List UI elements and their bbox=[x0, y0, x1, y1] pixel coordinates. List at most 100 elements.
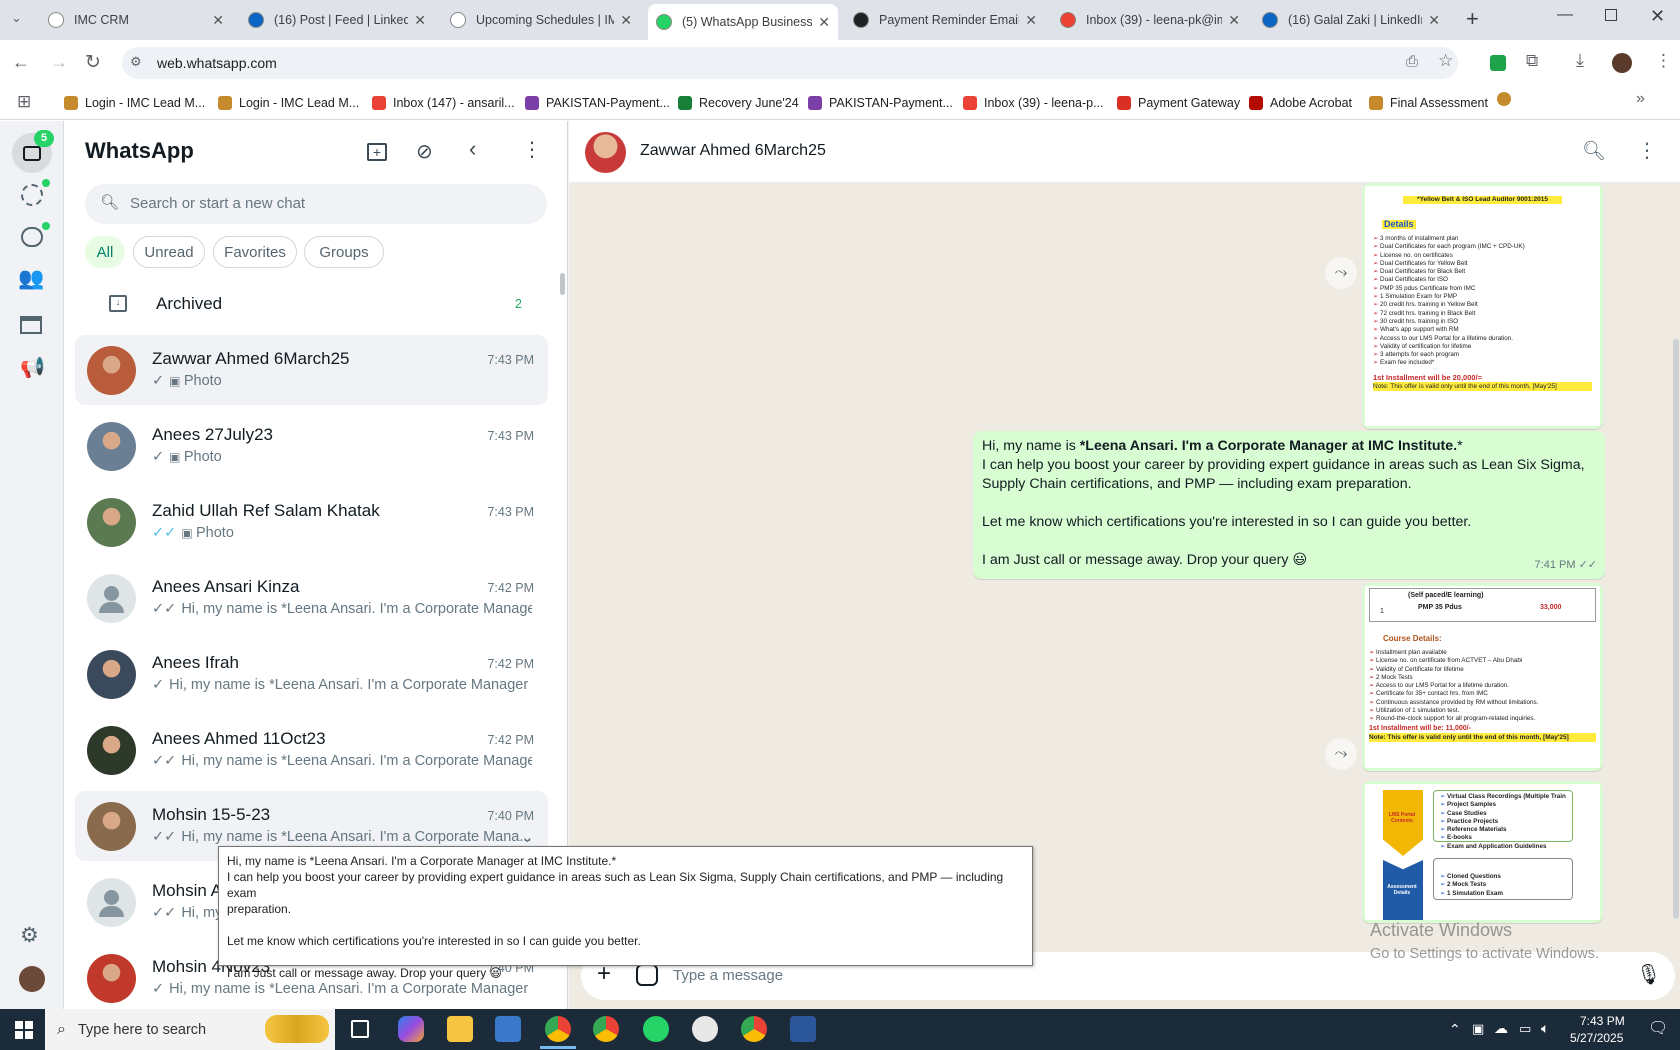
bookmark-item[interactable]: Final Assessment bbox=[1369, 92, 1488, 114]
tab-close-icon[interactable]: ✕ bbox=[1428, 12, 1440, 29]
tab-close-icon[interactable]: ✕ bbox=[1228, 12, 1240, 29]
profile-avatar[interactable] bbox=[1612, 53, 1632, 73]
new-chat-icon[interactable]: + bbox=[367, 143, 387, 161]
bookmark-extra-icon[interactable] bbox=[1497, 92, 1511, 106]
address-bar[interactable]: ⚙ web.whatsapp.com ⎙ ☆ bbox=[122, 47, 1458, 79]
install-app-icon[interactable]: ⎙ bbox=[1406, 53, 1418, 70]
message-input[interactable]: Type a message bbox=[673, 967, 783, 984]
browser-menu-icon[interactable]: ⋮ bbox=[1655, 51, 1672, 71]
bookmark-item[interactable]: Login - IMC Lead M... bbox=[64, 92, 205, 114]
notifications-icon[interactable]: 🗨︎ bbox=[1648, 1018, 1668, 1038]
taskbar-search[interactable]: ⌕ Type here to search bbox=[45, 1009, 335, 1050]
downloads-icon[interactable]: ⤓ bbox=[1576, 50, 1584, 71]
search-box[interactable]: 🔍︎ Search or start a new chat bbox=[85, 184, 547, 224]
catalog-icon[interactable] bbox=[20, 316, 42, 334]
browser-tab[interactable]: (5) WhatsApp Business ✕ bbox=[648, 4, 838, 40]
chrome-icon-1[interactable] bbox=[545, 1016, 571, 1042]
close-window-icon[interactable]: ✕ bbox=[1650, 6, 1665, 27]
filter-chip-groups[interactable]: Groups bbox=[304, 236, 384, 268]
contact-name[interactable]: Zawwar Ahmed 6March25 bbox=[640, 142, 826, 160]
task-view-icon[interactable] bbox=[351, 1020, 369, 1038]
tab-close-icon[interactable]: ✕ bbox=[620, 12, 632, 29]
bookmark-star-icon[interactable]: ☆ bbox=[1438, 51, 1453, 71]
bookmark-item[interactable]: Login - IMC Lead M... bbox=[218, 92, 359, 114]
tab-close-icon[interactable]: ✕ bbox=[212, 12, 224, 29]
filter-chip-all[interactable]: All bbox=[85, 236, 125, 268]
chat-list-item[interactable]: Zahid Ullah Ref Salam Khatak 7:43 PM ✓✓ ▣ P… bbox=[75, 487, 548, 557]
sticker-icon[interactable] bbox=[636, 964, 658, 986]
chat-list-item[interactable]: Zawwar Ahmed 6March25 7:43 PM ✓ ▣ Photo bbox=[75, 335, 548, 405]
filter-chip-unread[interactable]: Unread bbox=[133, 236, 205, 268]
bookmark-item[interactable]: PAKISTAN-Payment... bbox=[808, 92, 953, 114]
chat-search-icon[interactable]: 🔍︎ bbox=[1582, 139, 1606, 163]
tray-onedrive-icon[interactable]: ☁ bbox=[1494, 1020, 1508, 1037]
forward-icon[interactable]: → bbox=[50, 52, 68, 73]
tab-search-icon[interactable]: ⌄ bbox=[11, 10, 22, 26]
chat-options-chevron-icon[interactable]: ⌄ bbox=[521, 827, 534, 847]
profile-photo[interactable] bbox=[19, 966, 45, 992]
tray-chevron-icon[interactable]: ⌃ bbox=[1449, 1021, 1461, 1038]
image-message-1[interactable]: *Yellow Belt & ISO Lead Auditor 9001:201… bbox=[1362, 183, 1603, 429]
tray-meet-icon[interactable]: ▣ bbox=[1472, 1021, 1484, 1037]
archived-row[interactable]: ↓ Archived 2 bbox=[75, 283, 548, 327]
chrome-icon-2[interactable] bbox=[593, 1016, 619, 1042]
chat-list-item[interactable]: Anees Ansari Kinza 7:42 PM ✓✓ Hi, my name i… bbox=[75, 563, 548, 633]
browser-tab[interactable]: IMC CRM ✕ bbox=[40, 4, 232, 36]
tab-close-icon[interactable]: ✕ bbox=[414, 12, 426, 29]
status-icon[interactable] bbox=[21, 184, 43, 206]
apps-grid-icon[interactable]: ⊞ bbox=[17, 92, 31, 112]
channels-icon[interactable] bbox=[21, 227, 43, 247]
browser-tab[interactable]: Upcoming Schedules | IMC ✕ bbox=[442, 4, 640, 36]
clock-time[interactable]: 7:43 PM bbox=[1580, 1014, 1625, 1028]
bookmark-item[interactable]: Adobe Acrobat bbox=[1249, 92, 1352, 114]
back-chevron-icon[interactable]: ‹ bbox=[469, 136, 476, 162]
chat-menu-icon[interactable]: ⋮ bbox=[1637, 138, 1657, 163]
sidebar-menu-icon[interactable]: ⋮ bbox=[522, 137, 542, 162]
text-message[interactable]: Hi, my name is *Leena Ansari. I'm a Corp… bbox=[973, 431, 1605, 579]
chrome-icon-3[interactable] bbox=[741, 1016, 767, 1042]
extensions-puzzle-icon[interactable]: ⧉ bbox=[1526, 51, 1538, 71]
copilot-icon[interactable] bbox=[398, 1016, 424, 1042]
bookmark-item[interactable]: Payment Gateway bbox=[1117, 92, 1240, 114]
chat-list-item[interactable]: Anees Ahmed 11Oct23 7:42 PM ✓✓ Hi, my name … bbox=[75, 715, 548, 785]
new-tab-icon[interactable]: + bbox=[1466, 6, 1479, 32]
clock-date[interactable]: 5/27/2025 bbox=[1570, 1031, 1623, 1045]
reload-icon[interactable]: ↻ bbox=[85, 51, 101, 74]
browser-tab[interactable]: (16) Post | Feed | LinkedIn ✕ bbox=[240, 4, 434, 36]
word-icon[interactable] bbox=[790, 1016, 816, 1042]
file-explorer-icon[interactable] bbox=[447, 1016, 473, 1042]
clock-app-icon[interactable] bbox=[692, 1016, 718, 1042]
tab-close-icon[interactable]: ✕ bbox=[1025, 12, 1037, 29]
scrollbar-thumb[interactable] bbox=[560, 273, 565, 295]
hide-icon[interactable]: ⊘ bbox=[416, 139, 433, 164]
minimize-icon[interactable]: — bbox=[1557, 6, 1573, 24]
site-info-icon[interactable]: ⚙ bbox=[130, 54, 142, 70]
forward-button-1[interactable]: ⤳ bbox=[1325, 257, 1357, 289]
start-button[interactable] bbox=[15, 1021, 33, 1039]
whatsapp-taskbar-icon[interactable] bbox=[643, 1016, 669, 1042]
bookmark-item[interactable]: Inbox (39) - leena-p... bbox=[963, 92, 1104, 114]
forward-button-2[interactable]: ⤳ bbox=[1325, 738, 1357, 770]
filter-chip-favorites[interactable]: Favorites bbox=[213, 236, 297, 268]
mic-icon[interactable]: 🎙︎ bbox=[1636, 962, 1661, 987]
bookmark-item[interactable]: Recovery June'24 bbox=[678, 92, 799, 114]
image-message-2[interactable]: 1 (Self paced/E learning) PMP 35 Pdus 33… bbox=[1362, 583, 1603, 771]
contact-avatar[interactable] bbox=[585, 132, 626, 173]
image-message-3[interactable]: LMS Portal Contents ➢ Virtual Class Reco… bbox=[1362, 781, 1603, 923]
app-icon-red[interactable] bbox=[495, 1016, 521, 1042]
back-icon[interactable]: ← bbox=[12, 52, 30, 73]
broadcast-icon[interactable]: 📢 bbox=[20, 355, 45, 380]
more-bookmarks-icon[interactable]: » bbox=[1636, 90, 1645, 108]
settings-icon[interactable]: ⚙ bbox=[20, 923, 39, 948]
bookmark-item[interactable]: Inbox (147) - ansaril... bbox=[372, 92, 515, 114]
extension-green-icon[interactable] bbox=[1490, 55, 1506, 71]
tray-volume-icon[interactable]: 🔈︎ bbox=[1541, 1020, 1549, 1037]
browser-tab[interactable]: Inbox (39) - leena-pk@imc ✕ bbox=[1052, 4, 1248, 36]
tab-close-icon[interactable]: ✕ bbox=[818, 14, 830, 31]
chat-scrollbar[interactable] bbox=[1673, 339, 1679, 919]
communities-icon[interactable]: 👥 bbox=[18, 267, 44, 291]
browser-tab[interactable]: Payment Reminder Email ✕ bbox=[845, 4, 1045, 36]
maximize-icon[interactable] bbox=[1605, 9, 1617, 21]
chat-list-item[interactable]: Anees Ifrah 7:42 PM ✓ Hi, my name is *Leena… bbox=[75, 639, 548, 709]
chat-list-item[interactable]: Anees 27July23 7:43 PM ✓ ▣ Photo bbox=[75, 411, 548, 481]
